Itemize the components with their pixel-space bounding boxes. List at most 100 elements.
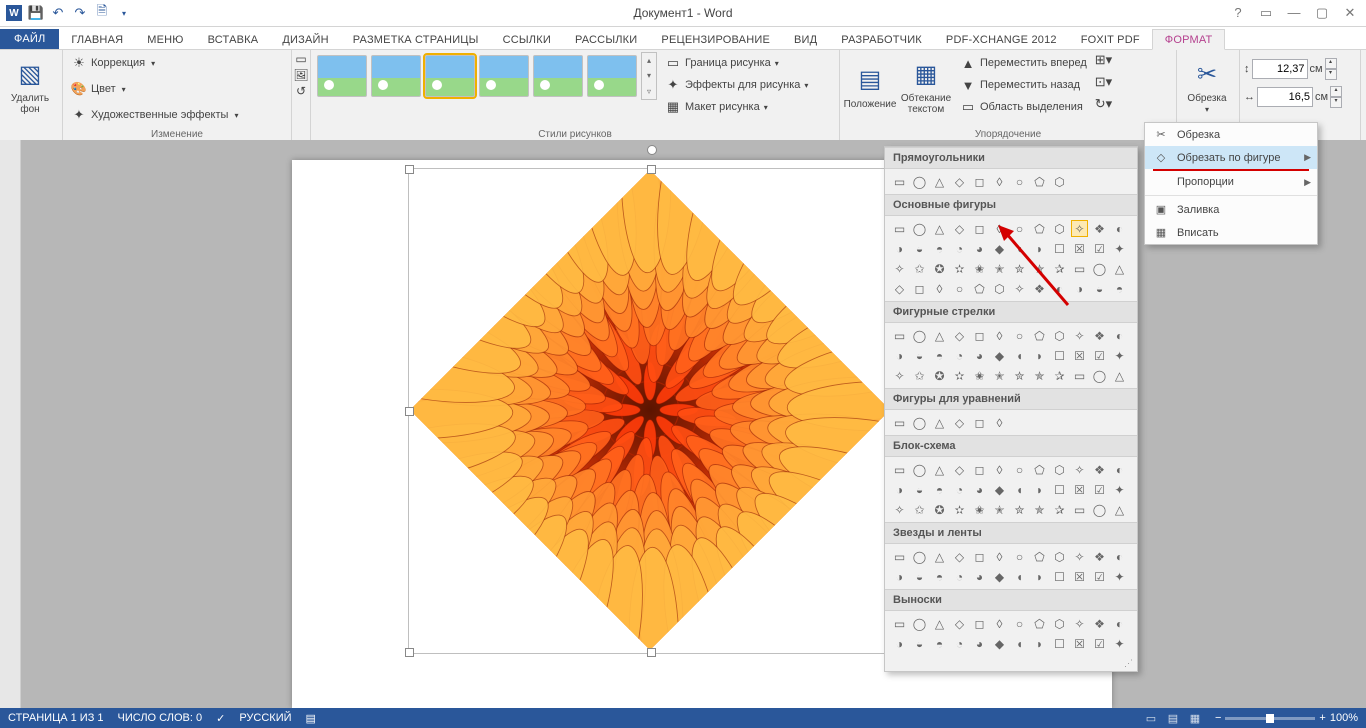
shape-option[interactable]: ⬡ [1051,173,1068,190]
shape-option[interactable]: ⬡ [1051,548,1068,565]
shape-option[interactable]: ◕ [971,635,988,652]
shape-option[interactable]: ▭ [1071,501,1088,518]
maximize-icon[interactable]: ▢ [1312,5,1332,21]
shape-option[interactable]: ☒ [1071,347,1088,364]
vertical-ruler[interactable] [0,140,21,708]
send-backward-button[interactable]: ▼Переместить назад [956,74,1091,96]
compress-icon[interactable]: ▭ [295,52,306,66]
shape-option[interactable]: ◐ [1111,615,1128,632]
crop-menu-item[interactable]: ▦Вписать [1145,221,1317,244]
shape-option[interactable]: ✫ [951,367,968,384]
shape-option[interactable]: ◐ [1111,220,1128,237]
shape-option[interactable]: △ [931,548,948,565]
shape-option[interactable]: ✭ [991,501,1008,518]
shape-option[interactable]: ⬠ [1031,173,1048,190]
shape-option[interactable]: ❖ [1091,548,1108,565]
shape-option[interactable]: ✦ [1111,481,1128,498]
width-input[interactable] [1257,87,1313,107]
shape-option[interactable]: ◖ [1011,635,1028,652]
shape-option[interactable]: ✧ [1071,615,1088,632]
shape-option[interactable]: ◇ [951,173,968,190]
shape-option[interactable]: ☒ [1071,568,1088,585]
style-thumb[interactable] [533,55,583,97]
shape-option[interactable]: ◕ [971,240,988,257]
shape-option[interactable]: ◐ [1111,548,1128,565]
shape-option[interactable]: ◖ [1011,481,1028,498]
reset-picture-icon[interactable]: ↺ [296,84,306,98]
tab-рассылки[interactable]: РАССЫЛКИ [563,30,649,49]
shape-option[interactable]: ◯ [911,615,928,632]
qat-dropdown-icon[interactable]: ▾ [116,5,132,21]
shape-option[interactable]: ✧ [1071,220,1088,237]
shape-option[interactable]: ✩ [911,501,928,518]
proofing-icon[interactable]: ✓ [216,712,225,725]
shape-option[interactable]: ◒ [911,568,928,585]
shape-option[interactable]: ○ [1011,615,1028,632]
crop-menu-item[interactable]: ◇Обрезать по фигуре▶ [1145,146,1317,169]
save-icon[interactable]: 💾 [28,5,44,21]
shape-option[interactable]: ◯ [1091,260,1108,277]
remove-background-button[interactable]: ▧Удалить фон [4,52,56,122]
web-layout-icon[interactable]: ▦ [1185,712,1205,725]
shape-option[interactable]: ☑ [1091,568,1108,585]
shape-option[interactable]: ✪ [931,367,948,384]
shape-option[interactable]: ◑ [891,568,908,585]
shape-option[interactable]: ◻ [911,280,928,297]
style-thumb[interactable] [317,55,367,97]
shape-option[interactable]: ✯ [1031,501,1048,518]
shape-option[interactable]: ◗ [1031,635,1048,652]
shape-option[interactable]: △ [931,220,948,237]
picture-layout-button[interactable]: ▦Макет рисунка▾ [661,96,812,118]
print-layout-icon[interactable]: ▤ [1163,712,1183,725]
shape-option[interactable]: ☒ [1071,240,1088,257]
tab-рецензирование[interactable]: РЕЦЕНЗИРОВАНИЕ [649,30,782,49]
shape-option[interactable]: ◒ [911,347,928,364]
tab-pdf-xchange-2012[interactable]: PDF-XChange 2012 [934,30,1069,49]
shape-option[interactable]: ◕ [971,568,988,585]
shape-option[interactable]: ◐ [1051,280,1068,297]
shape-option[interactable]: ✯ [1031,260,1048,277]
tab-главная[interactable]: ГЛАВНАЯ [59,30,135,49]
shape-option[interactable]: ✧ [891,367,908,384]
shape-option[interactable]: ✭ [991,367,1008,384]
shape-option[interactable]: ◯ [911,414,928,431]
shape-option[interactable]: △ [1111,367,1128,384]
shape-option[interactable]: ▭ [891,548,908,565]
shape-option[interactable]: ▭ [891,615,908,632]
shape-option[interactable]: ◇ [951,327,968,344]
align-button[interactable]: ⊞▾ [1095,52,1112,74]
shape-option[interactable]: ◻ [971,548,988,565]
shape-option[interactable]: ❖ [1091,220,1108,237]
shape-option[interactable]: △ [931,461,948,478]
shape-option[interactable]: ☐ [1051,240,1068,257]
shape-option[interactable]: ▭ [1071,367,1088,384]
shape-option[interactable]: ▭ [1071,260,1088,277]
tab-вставка[interactable]: ВСТАВКА [196,30,271,49]
language-status[interactable]: РУССКИЙ [239,712,291,724]
shape-option[interactable]: ▭ [891,220,908,237]
shape-option[interactable]: ◇ [951,414,968,431]
picture-styles-gallery[interactable]: ▴▾▿ [315,52,657,100]
shape-option[interactable]: ✧ [1071,461,1088,478]
crop-menu-item[interactable]: Пропорции▶ [1145,171,1317,193]
shape-option[interactable]: ○ [1011,461,1028,478]
shape-option[interactable]: ◻ [971,615,988,632]
shape-option[interactable]: ◯ [911,327,928,344]
shape-option[interactable]: ✰ [1051,260,1068,277]
shape-option[interactable]: ◯ [1091,367,1108,384]
style-thumb[interactable] [371,55,421,97]
shape-option[interactable]: ○ [1011,327,1028,344]
shape-option[interactable]: ⬡ [1051,220,1068,237]
shape-option[interactable]: ☒ [1071,481,1088,498]
shape-option[interactable]: ◻ [971,220,988,237]
shape-option[interactable]: ⬡ [1051,615,1068,632]
shape-option[interactable]: △ [1111,260,1128,277]
shape-option[interactable]: ❖ [1091,615,1108,632]
shape-option[interactable]: ✧ [891,501,908,518]
shape-option[interactable]: ◗ [1031,481,1048,498]
shape-option[interactable]: ✧ [1071,327,1088,344]
shape-option[interactable]: ◇ [951,461,968,478]
change-picture-icon[interactable]: 🖼 [293,68,308,82]
shape-option[interactable]: ✰ [1051,501,1068,518]
shape-option[interactable]: ✰ [1051,367,1068,384]
